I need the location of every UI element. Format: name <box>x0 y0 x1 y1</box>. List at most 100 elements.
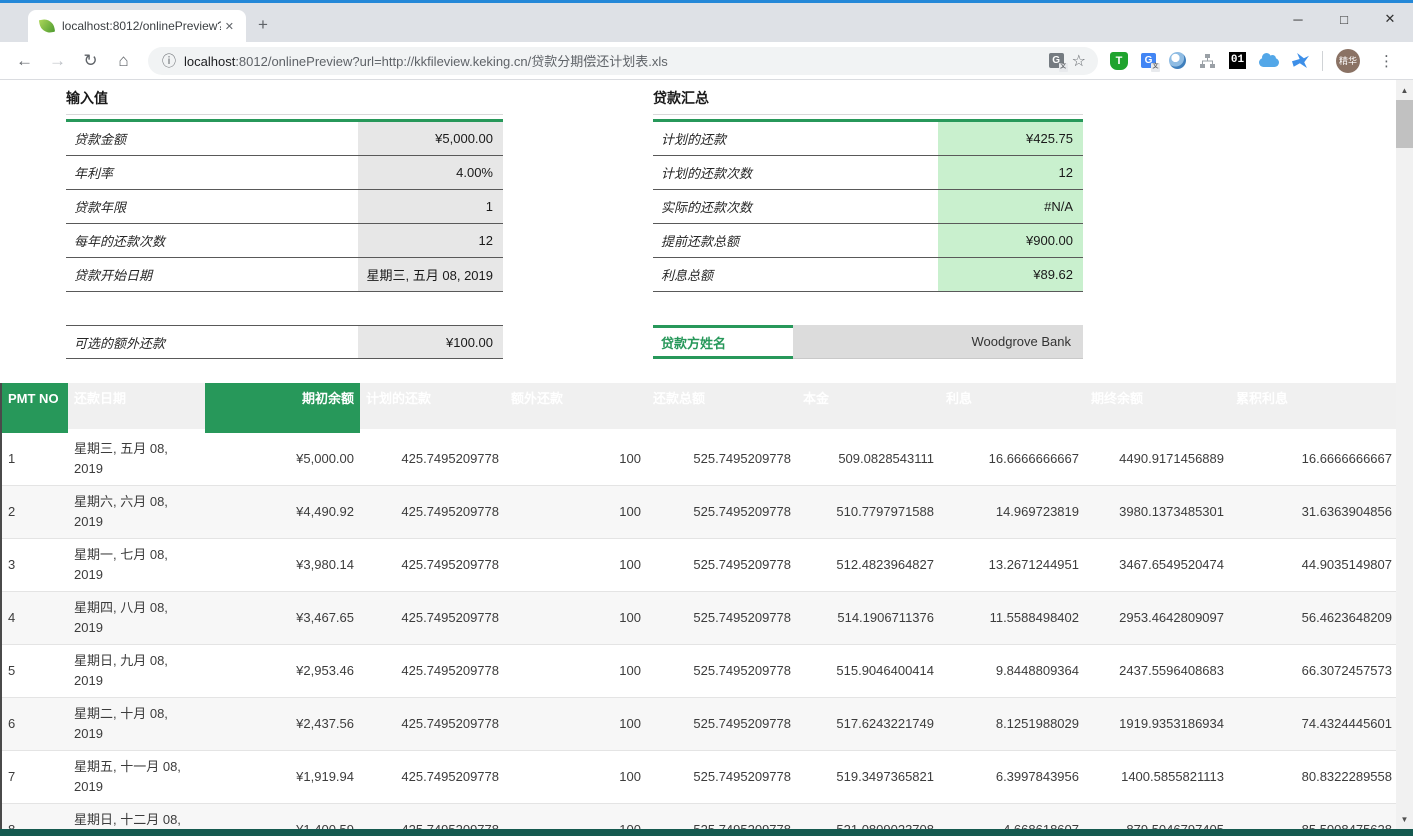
cell-r5-c4: 100 <box>505 655 647 687</box>
cell-r2-c5: 525.7495209778 <box>647 496 797 528</box>
cell-r3-c6: 512.4823964827 <box>797 549 940 581</box>
cell-r3-c0: 3 <box>2 549 68 581</box>
cell-r5-c0: 5 <box>2 655 68 687</box>
cell-r4-c8: 2953.4642809097 <box>1085 602 1230 634</box>
translate-page-icon[interactable]: G文 <box>1049 53 1064 68</box>
new-tab-button[interactable]: + <box>258 15 268 35</box>
vertical-scrollbar[interactable]: ▲ ▼ <box>1396 80 1413 829</box>
summary-label-3: 提前还款总额 <box>653 224 938 257</box>
page-info-icon[interactable]: ⓘ <box>162 51 176 71</box>
cell-r3-c8: 3467.6549520474 <box>1085 549 1230 581</box>
input-value-0: ¥5,000.00 <box>358 122 503 155</box>
input-row-1: 年利率4.00% <box>66 156 503 190</box>
cell-r6-c8: 1919.9353186934 <box>1085 708 1230 740</box>
sitemap-extension-icon[interactable] <box>1199 53 1216 69</box>
cell-r5-c8: 2437.5596408683 <box>1085 655 1230 687</box>
cell-r1-c6: 509.0828543111 <box>797 443 940 475</box>
extra-payment-label: 可选的额外还款 <box>66 326 358 358</box>
cell-r2-c0: 2 <box>2 496 68 528</box>
table-row-1: 1星期三, 五月 08, 2019¥5,000.00425.7495209778… <box>2 433 1396 486</box>
cell-r7-c5: 525.7495209778 <box>647 761 797 793</box>
tampermonkey-extension-icon[interactable]: T <box>1110 52 1128 70</box>
extra-payment-value: ¥100.00 <box>358 326 503 358</box>
cell-r3-c1: 星期一, 七月 08, 2019 <box>68 539 205 591</box>
lender-row: 贷款方姓名 Woodgrove Bank <box>653 325 1083 359</box>
summary-row-1: 计划的还款次数12 <box>653 156 1083 190</box>
address-bar[interactable]: ⓘ localhost:8012/onlinePreview?url=http:… <box>148 47 1098 75</box>
url-text[interactable]: localhost:8012/onlinePreview?url=http://… <box>184 51 1041 70</box>
input-row-3: 每年的还款次数12 <box>66 224 503 258</box>
cell-r6-c6: 517.6243221749 <box>797 708 940 740</box>
column-header-0: PMT NO <box>2 383 68 433</box>
column-header-6: 本金 <box>797 383 940 433</box>
back-icon[interactable]: ← <box>8 51 41 71</box>
cell-r1-c4: 100 <box>505 443 647 475</box>
cell-r1-c9: 16.6666666667 <box>1230 443 1398 475</box>
swirl-extension-icon[interactable] <box>1169 52 1186 69</box>
cell-r6-c3: 425.7495209778 <box>360 708 505 740</box>
badge-01-extension-icon[interactable]: 01 <box>1229 52 1246 69</box>
cell-r4-c6: 514.1906711376 <box>797 602 940 634</box>
forward-icon: → <box>41 51 74 71</box>
scroll-up-icon[interactable]: ▲ <box>1396 82 1413 98</box>
bird-extension-icon[interactable] <box>1292 53 1309 68</box>
tab-close-icon[interactable]: ✕ <box>221 18 238 35</box>
input-row-0: 贷款金额¥5,000.00 <box>66 122 503 156</box>
cell-r4-c1: 星期四, 八月 08, 2019 <box>68 592 205 644</box>
window-maximize-button[interactable]: □ <box>1321 3 1367 35</box>
tab-strip: localhost:8012/onlinePreview? ✕ + ─ □ ✕ <box>0 3 1413 42</box>
cell-r2-c3: 425.7495209778 <box>360 496 505 528</box>
scroll-down-icon[interactable]: ▼ <box>1396 811 1413 827</box>
amortization-header: PMT NO还款日期期初余额计划的还款额外还款还款总额本金利息期终余额累积利息 <box>2 383 1396 433</box>
input-label-3: 每年的还款次数 <box>66 224 358 257</box>
toolbar-separator <box>1322 51 1323 71</box>
input-label-2: 贷款年限 <box>66 190 358 223</box>
cell-r4-c0: 4 <box>2 602 68 634</box>
cell-r1-c1: 星期三, 五月 08, 2019 <box>68 433 205 485</box>
reload-icon[interactable]: ↻ <box>74 51 107 71</box>
cell-r6-c0: 6 <box>2 708 68 740</box>
window-minimize-button[interactable]: ─ <box>1275 3 1321 35</box>
cell-r2-c2: ¥4,490.92 <box>205 496 360 528</box>
lender-label: 贷款方姓名 <box>653 325 793 359</box>
browser-menu-icon[interactable]: ⋮ <box>1373 52 1404 70</box>
translate-extension-icon[interactable]: G文 <box>1141 53 1156 68</box>
column-header-7: 利息 <box>940 383 1085 433</box>
cell-r6-c1: 星期二, 十月 08, 2019 <box>68 698 205 750</box>
cell-r2-c9: 31.6363904856 <box>1230 496 1398 528</box>
summary-value-1: 12 <box>938 156 1083 189</box>
bookmark-star-icon[interactable]: ☆ <box>1072 51 1086 71</box>
browser-tab[interactable]: localhost:8012/onlinePreview? ✕ <box>28 10 246 42</box>
column-header-2: 期初余额 <box>205 383 360 433</box>
table-row-6: 6星期二, 十月 08, 2019¥2,437.56425.7495209778… <box>2 698 1396 751</box>
cell-r6-c5: 525.7495209778 <box>647 708 797 740</box>
input-section-title: 输入值 <box>66 85 503 115</box>
table-row-3: 3星期一, 七月 08, 2019¥3,980.14425.7495209778… <box>2 539 1396 592</box>
input-row-4: 贷款开始日期星期三, 五月 08, 2019 <box>66 258 503 292</box>
cell-r3-c2: ¥3,980.14 <box>205 549 360 581</box>
window-close-button[interactable]: ✕ <box>1367 3 1413 35</box>
extra-payment-row: 可选的额外还款 ¥100.00 <box>66 325 503 359</box>
cell-r2-c6: 510.7797971588 <box>797 496 940 528</box>
summary-row-2: 实际的还款次数#N/A <box>653 190 1083 224</box>
cell-r4-c7: 11.5588498402 <box>940 602 1085 634</box>
summary-label-2: 实际的还款次数 <box>653 190 938 223</box>
input-value-3: 12 <box>358 224 503 257</box>
cell-r7-c0: 7 <box>2 761 68 793</box>
cloud-extension-icon[interactable] <box>1259 58 1279 67</box>
summary-row-0: 计划的还款¥425.75 <box>653 122 1083 156</box>
cell-r7-c8: 1400.5855821113 <box>1085 761 1230 793</box>
scrollbar-thumb[interactable] <box>1396 100 1413 148</box>
input-rows: 贷款金额¥5,000.00年利率4.00%贷款年限1每年的还款次数12贷款开始日… <box>66 122 503 292</box>
cell-r5-c5: 525.7495209778 <box>647 655 797 687</box>
cell-r6-c4: 100 <box>505 708 647 740</box>
summary-label-0: 计划的还款 <box>653 122 938 155</box>
amortization-body: 1星期三, 五月 08, 2019¥5,000.00425.7495209778… <box>2 433 1396 836</box>
kkfileview-leaf-icon <box>39 18 55 34</box>
cell-r7-c4: 100 <box>505 761 647 793</box>
home-icon[interactable]: ⌂ <box>107 51 140 71</box>
summary-rows: 计划的还款¥425.75计划的还款次数12实际的还款次数#N/A提前还款总额¥9… <box>653 122 1083 292</box>
profile-avatar[interactable]: 精华 <box>1336 49 1360 73</box>
summary-value-2: #N/A <box>938 190 1083 223</box>
cell-r5-c9: 66.3072457573 <box>1230 655 1398 687</box>
